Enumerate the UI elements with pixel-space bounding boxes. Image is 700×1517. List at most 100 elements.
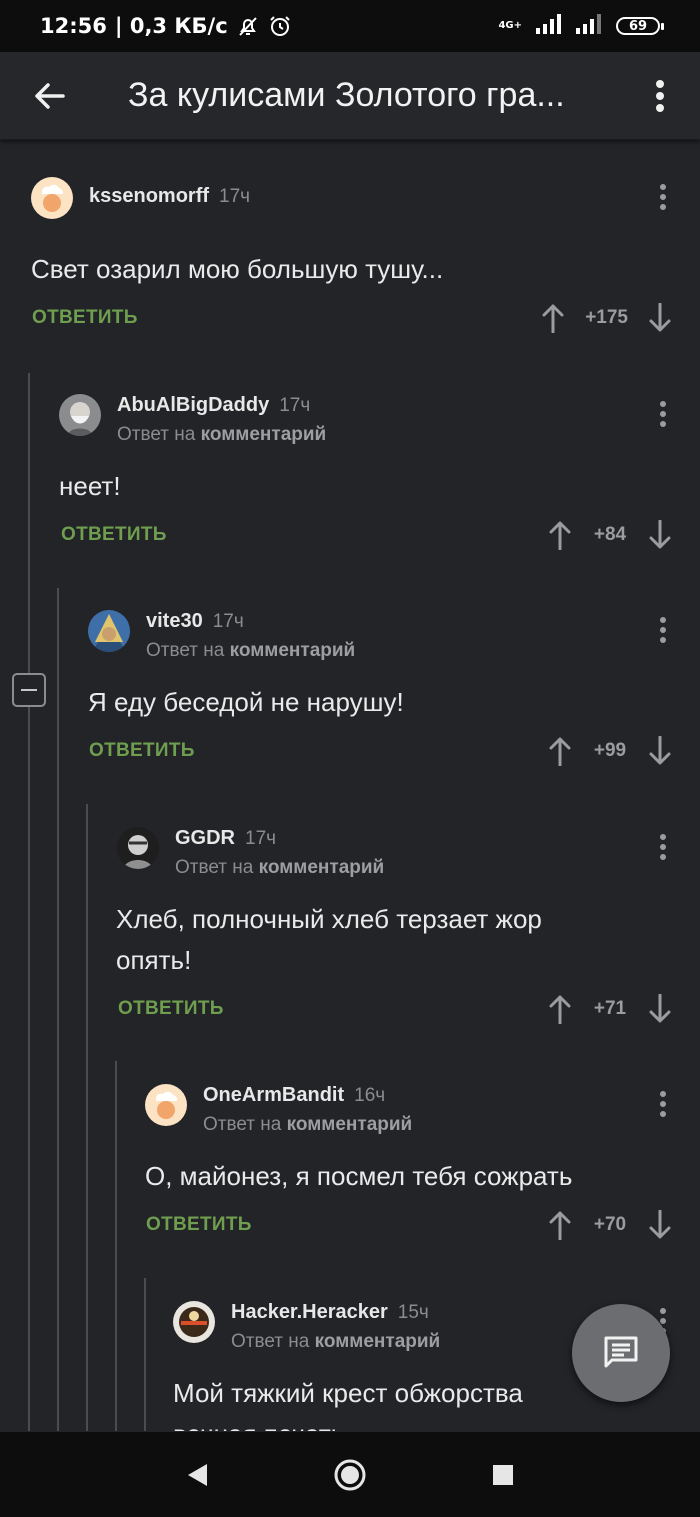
comment-text: Свет озарил мою большую тушу... [31,254,444,284]
comment-time: 17ч [279,395,311,416]
more-vertical-icon [660,617,666,643]
overflow-menu-button[interactable] [620,52,700,140]
comment-time: 17ч [219,186,251,207]
vote-score: +70 [593,1214,627,1235]
comment-time: 17ч [212,611,244,632]
avatar[interactable] [145,1084,187,1126]
more-vertical-icon [660,1091,666,1117]
comment-text: Хлеб, полночный хлеб терзает жор опять! [116,904,542,975]
avatar[interactable] [117,827,159,869]
avatar[interactable] [173,1301,215,1343]
comment-author[interactable]: AbuAlBigDaddy [117,394,269,417]
comment-menu-button[interactable] [648,1084,678,1124]
app-bar: За кулисами Золотого гра... [0,52,700,140]
back-button[interactable] [0,52,100,140]
page-title: За кулисами Золотого гра... [128,76,565,114]
reply-button[interactable]: ОТВЕТИТЬ [61,524,167,546]
comment-menu-button[interactable] [648,610,678,650]
nav-recents-button[interactable] [473,1445,533,1505]
reply-to-link[interactable]: комментарий [315,1331,441,1352]
avatar[interactable] [59,394,101,436]
reply-button[interactable]: ОТВЕТИТЬ [146,1214,252,1236]
upvote-button[interactable] [542,731,578,771]
arrow-up-icon [542,304,564,333]
comment-text: неет! [59,471,121,501]
comment-author[interactable]: kssenomorff [89,185,209,208]
comment-time: 17ч [245,828,277,849]
vote-score: +84 [593,524,627,545]
battery-indicator: 69 [616,17,664,35]
upvote-button[interactable] [535,298,571,338]
reply-to: Ответ на комментарий [231,1331,441,1352]
downvote-button[interactable] [642,731,678,771]
reply-to: Ответ на комментарий [203,1114,413,1135]
reply-button[interactable]: ОТВЕТИТЬ [32,307,138,329]
avatar[interactable] [88,610,130,652]
more-vertical-icon [660,834,666,860]
thread-line [86,804,88,1431]
vote-score: +99 [593,740,627,761]
upvote-button[interactable] [542,515,578,555]
nav-back-button[interactable] [167,1445,227,1505]
collapse-thread-button[interactable] [12,673,46,707]
arrow-down-icon [649,520,671,549]
arrow-down-icon [649,303,671,332]
comment-author[interactable]: GGDR [175,827,235,850]
comment-author[interactable]: Hacker.Heracker [231,1301,388,1324]
reply-to-link[interactable]: комментарий [230,640,356,661]
arrow-down-icon [649,736,671,765]
comment-menu-button[interactable] [648,177,678,217]
bell-off-icon [236,14,260,38]
reply-to: Ответ на комментарий [146,640,356,661]
status-bar: 12:56 | 0,3 КБ/с 4G+ 69 [0,0,700,52]
reply-to-link[interactable]: комментарий [287,1114,413,1135]
arrow-up-icon [549,1211,571,1240]
upvote-button[interactable] [542,989,578,1029]
reply-to-link[interactable]: комментарий [201,424,327,445]
more-vertical-icon [660,401,666,427]
reply-to: Ответ на комментарий [175,857,385,878]
home-circle-icon [334,1459,366,1490]
arrow-down-icon [649,1210,671,1239]
downvote-button[interactable] [642,515,678,555]
network-speed: | 0,3 КБ/с [114,14,228,38]
downvote-button[interactable] [642,298,678,338]
comment-menu-button[interactable] [648,394,678,434]
comment-thread: kssenomorff 17ч Свет озарил мою большую … [0,141,700,1431]
comment-icon [604,1336,638,1368]
avatar[interactable] [31,177,73,219]
thread-line [144,1278,146,1431]
comment-author[interactable]: vite30 [146,610,203,633]
alarm-icon [268,14,292,38]
arrow-down-icon [649,994,671,1023]
comment-time: 15ч [397,1302,429,1323]
square-recents-icon [493,1464,514,1485]
system-nav-bar [0,1432,700,1517]
arrow-up-icon [549,737,571,766]
comment-fab-button[interactable] [572,1304,670,1402]
vote-score: +71 [593,998,627,1019]
reply-to-link[interactable]: комментарий [259,857,385,878]
downvote-button[interactable] [642,989,678,1029]
vote-score: +175 [585,307,628,328]
comment-menu-button[interactable] [648,827,678,867]
comment-text: Я еду беседой не нарушу! [88,687,404,717]
network-type: 4G+ [498,20,522,31]
comment-text: О, майонез, я посмел тебя сожрать [145,1161,573,1191]
arrow-up-icon [549,995,571,1024]
reply-to: Ответ на комментарий [117,424,327,445]
upvote-button[interactable] [542,1205,578,1245]
triangle-back-icon [187,1463,207,1486]
clock: 12:56 [40,14,107,38]
comment-text: Мой тяжкий крест обжорства вечная печать [173,1378,523,1431]
reply-button[interactable]: ОТВЕТИТЬ [89,740,195,762]
more-vertical-icon [656,79,664,112]
signal-icon [536,13,562,39]
reply-button[interactable]: ОТВЕТИТЬ [118,998,224,1020]
comment-time: 16ч [354,1085,386,1106]
downvote-button[interactable] [642,1205,678,1245]
comment-author[interactable]: OneArmBandit [203,1084,344,1107]
nav-home-button[interactable] [320,1445,380,1505]
signal-icon-2 [576,13,602,39]
more-vertical-icon [660,184,666,210]
